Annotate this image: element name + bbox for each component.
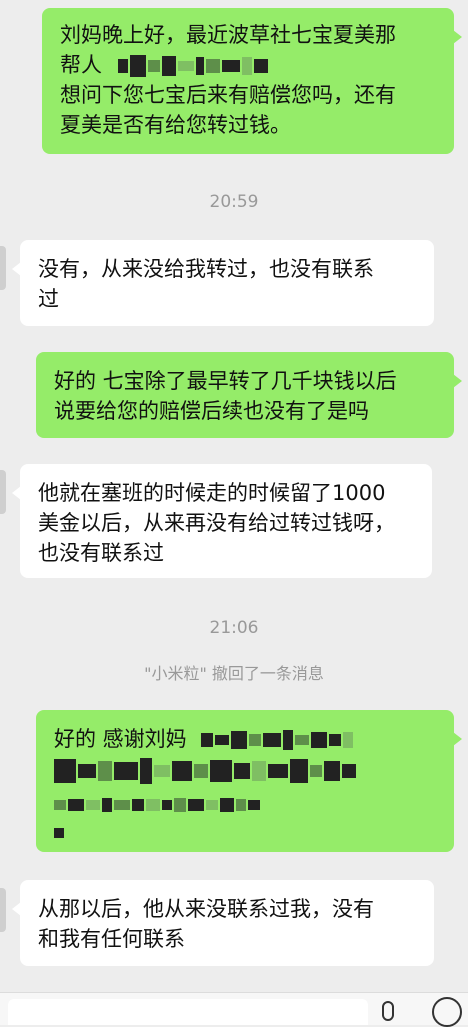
message-text-line: 过 (38, 287, 59, 311)
message-text-line: 从那以后，他从来没联系过我，没有 (38, 897, 374, 921)
sent-message-bubble[interactable]: 好的 感谢刘妈 (36, 710, 462, 852)
received-message-bubble[interactable]: 他就在塞班的时候走的时候留了1000 美金以后，从来再没有给过转过钱呀， 也没有… (12, 464, 432, 578)
message-text-line: 好的 感谢刘妈 (54, 724, 436, 754)
received-message-bubble[interactable]: 没有，从来没给我转过，也没有联系 过 (12, 240, 434, 326)
mic-icon[interactable] (382, 1001, 394, 1021)
pixelated-redaction (54, 788, 436, 816)
avatar[interactable] (0, 470, 6, 514)
chat-timestamp: 21:06 (209, 618, 259, 638)
message-text-line: 美金以后，从来再没有给过转过钱呀， (38, 511, 395, 535)
message-text-line: 他就在塞班的时候走的时候留了1000 (38, 481, 386, 505)
message-text-line: 没有，从来没给我转过，也没有联系 (38, 257, 374, 281)
message-text-line: 帮人 (60, 50, 436, 80)
message-text-line: 想问下您七宝后来有赔偿您吗，还有 (60, 83, 396, 107)
message-input-bar (0, 992, 468, 1027)
recall-notice: "小米粒" 撤回了一条消息 (144, 664, 324, 683)
avatar[interactable] (0, 888, 6, 932)
message-text-line: 好的 七宝除了最早转了几千块钱以后 (54, 369, 397, 393)
pixelated-redaction (54, 754, 436, 788)
message-input[interactable] (8, 999, 368, 1025)
message-text-line: 说要给您的赔偿后续也没有了是吗 (54, 399, 369, 423)
avatar[interactable] (0, 246, 6, 290)
message-text-fragment: 帮人 (60, 53, 102, 77)
emoji-icon[interactable] (432, 997, 462, 1027)
message-text-line: 夏美是否有给您转过钱。 (60, 113, 291, 137)
chat-timestamp: 20:59 (209, 192, 259, 212)
sent-message-bubble[interactable]: 好的 七宝除了最早转了几千块钱以后 说要给您的赔偿后续也没有了是吗 (36, 352, 462, 438)
pixelated-redaction (118, 50, 270, 80)
pixelated-redaction (200, 724, 355, 754)
message-text-line: 和我有任何联系 (38, 927, 185, 951)
message-text-fragment: 好的 感谢刘妈 (54, 727, 187, 751)
message-text-line: 也没有联系过 (38, 541, 164, 565)
received-message-bubble[interactable]: 从那以后，他从来没联系过我，没有 和我有任何联系 (12, 880, 434, 966)
sent-message-bubble[interactable]: 刘妈晚上好，最近波草社七宝夏美那 帮人 想问下您七宝后来有赔偿您吗，还有 夏美是… (42, 8, 462, 154)
message-text-line: 刘妈晚上好，最近波草社七宝夏美那 (60, 23, 396, 47)
